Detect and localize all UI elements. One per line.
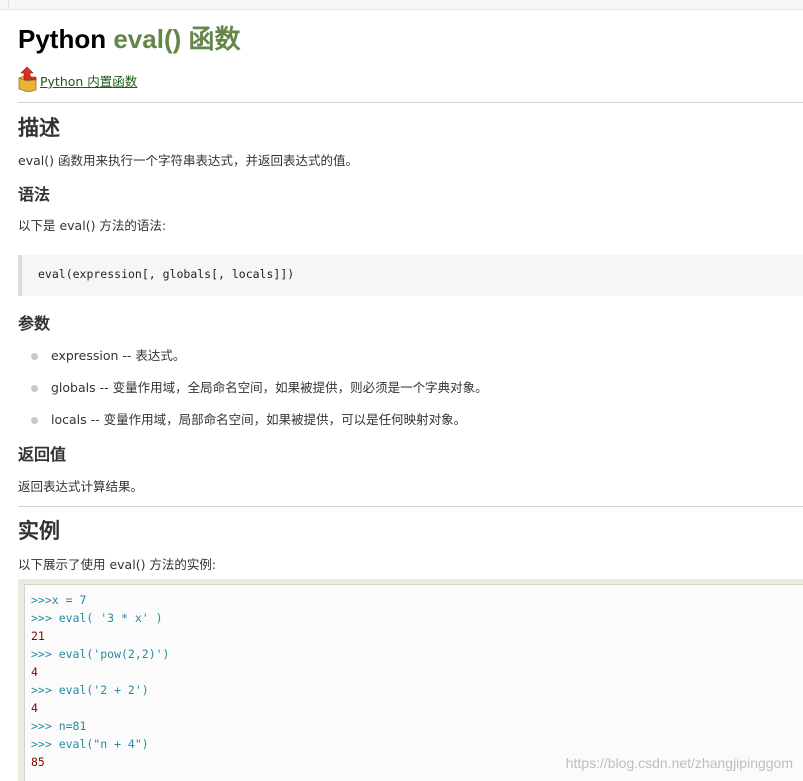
- param-text: locals -- 变量作用域，局部命名空间，如果被提供，可以是任何映射对象。: [51, 412, 467, 427]
- params-list: expression -- 表达式。 globals -- 变量作用域，全局命名…: [18, 345, 488, 441]
- bullet-icon: [31, 385, 38, 392]
- param-text: expression -- 表达式。: [51, 348, 186, 363]
- code-line-input: >>> n=81: [31, 719, 87, 733]
- code-line-input: >>> eval('2 + 2'): [31, 683, 149, 697]
- syntax-intro: 以下是 eval() 方法的语法:: [18, 218, 167, 233]
- param-item-expression: expression -- 表达式。: [18, 345, 488, 377]
- description-text: eval() 函数用来执行一个字符串表达式，并返回表达式的值。: [18, 153, 358, 168]
- code-line-input: >>> eval( '3 * x' ): [31, 611, 163, 625]
- section-divider: [18, 506, 803, 507]
- example-code-panel: >>>x = 7 >>> eval( '3 * x' ) 21 >>> eval('p…: [24, 584, 803, 781]
- bullet-icon: [31, 417, 38, 424]
- param-item-globals: globals -- 变量作用域，全局命名空间，如果被提供，则必须是一个字典对象…: [18, 377, 488, 409]
- description-heading: 描述: [18, 116, 60, 140]
- section-divider: [18, 102, 803, 103]
- example-code-lines: >>>x = 7 >>> eval( '3 * x' ) 21 >>> eval('p…: [31, 591, 169, 771]
- param-text: globals -- 变量作用域，全局命名空间，如果被提供，则必须是一个字典对象…: [51, 380, 488, 395]
- returns-heading: 返回值: [18, 445, 67, 464]
- example-heading: 实例: [18, 519, 60, 543]
- bullet-icon: [31, 353, 38, 360]
- syntax-heading: 语法: [18, 185, 51, 204]
- page-title-prefix: Python: [18, 24, 114, 54]
- top-bar-divider: [8, 0, 9, 10]
- watermark: https://blog.csdn.net/zhangjipinggom: [565, 755, 793, 771]
- syntax-code: eval(expression[, globals[, locals]]): [38, 267, 295, 281]
- code-line-output: 21: [31, 629, 45, 643]
- page-title: Python eval() 函数: [18, 20, 241, 58]
- returns-text: 返回表达式计算结果。: [18, 479, 144, 494]
- code-line-output: 85: [31, 755, 45, 769]
- params-heading: 参数: [18, 314, 51, 333]
- code-line-input: >>> eval('pow(2,2)'): [31, 647, 170, 661]
- top-bar: [0, 0, 803, 10]
- example-code-block: >>>x = 7 >>> eval( '3 * x' ) 21 >>> eval('p…: [18, 579, 803, 781]
- back-link-label: Python 内置函数: [40, 74, 138, 89]
- up-arrow-folder-icon: [18, 66, 38, 92]
- code-line-input: >>>x = 7: [31, 593, 87, 607]
- code-line-output: 4: [31, 701, 38, 715]
- example-intro: 以下展示了使用 eval() 方法的实例:: [18, 557, 217, 572]
- syntax-code-block: eval(expression[, globals[, locals]]): [18, 255, 803, 296]
- page-title-accent: eval() 函数: [113, 24, 241, 54]
- back-to-builtins-link[interactable]: Python 内置函数: [18, 64, 137, 92]
- code-line-input: >>> eval("n + 4"): [31, 737, 149, 751]
- param-item-locals: locals -- 变量作用域，局部命名空间，如果被提供，可以是任何映射对象。: [18, 409, 488, 441]
- code-line-output: 4: [31, 665, 38, 679]
